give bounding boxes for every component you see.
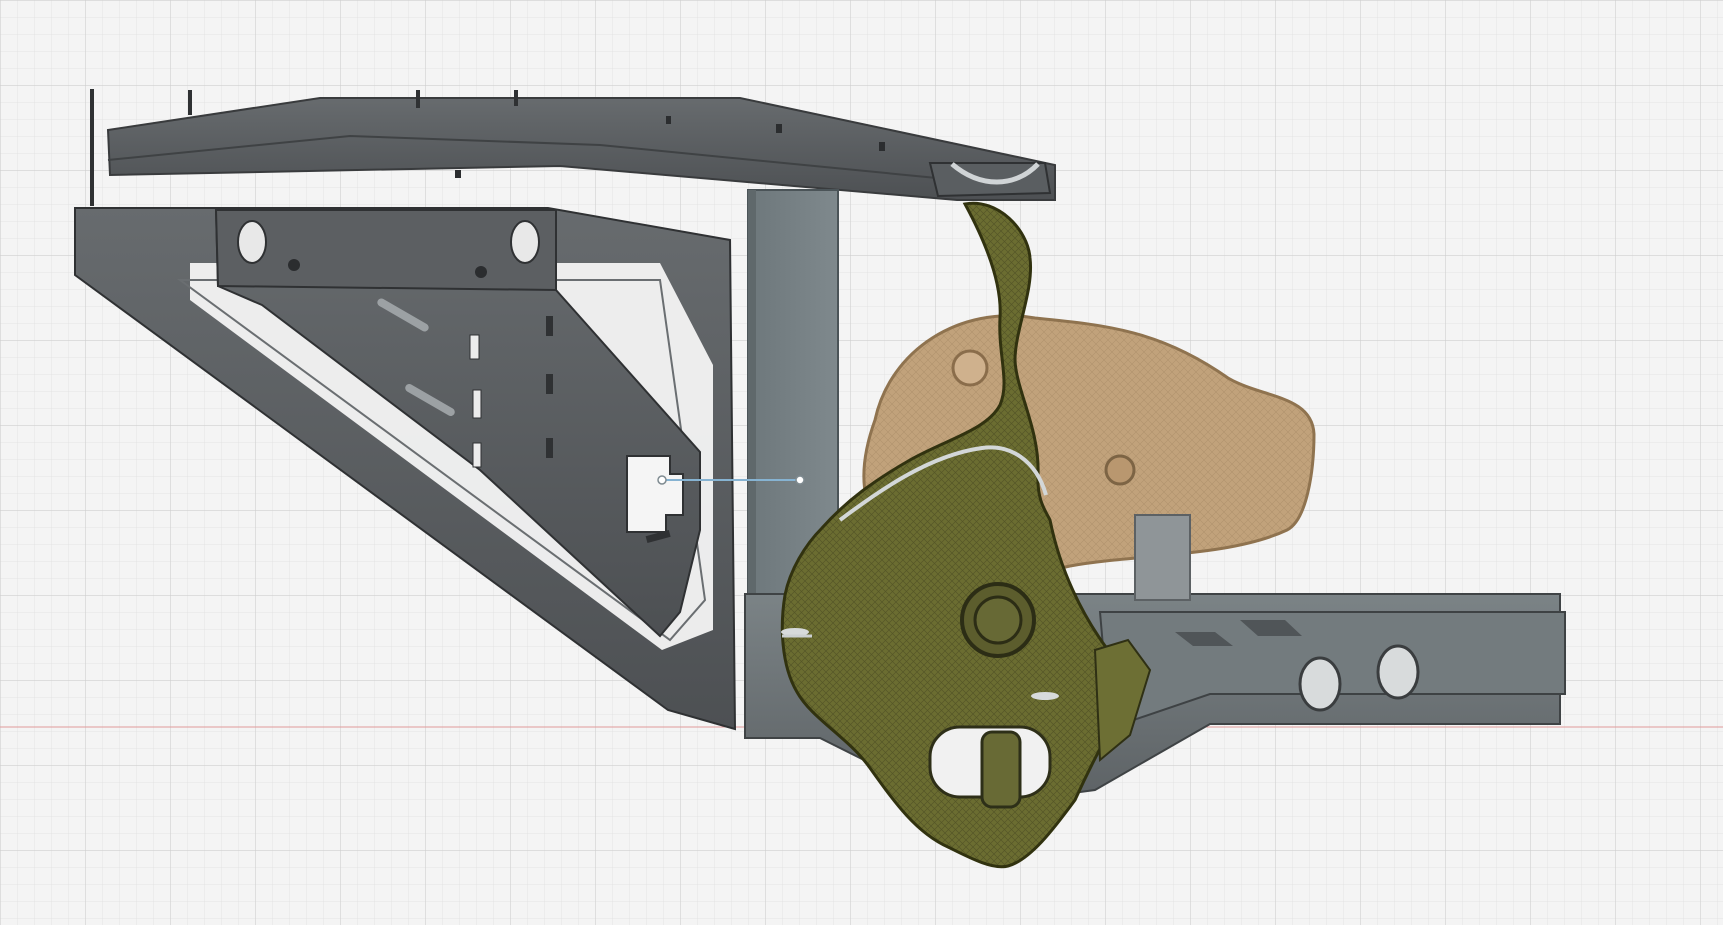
model-canvas[interactable] [0,0,1723,925]
cad-viewport[interactable]: cad-3d-viewport [0,0,1723,925]
